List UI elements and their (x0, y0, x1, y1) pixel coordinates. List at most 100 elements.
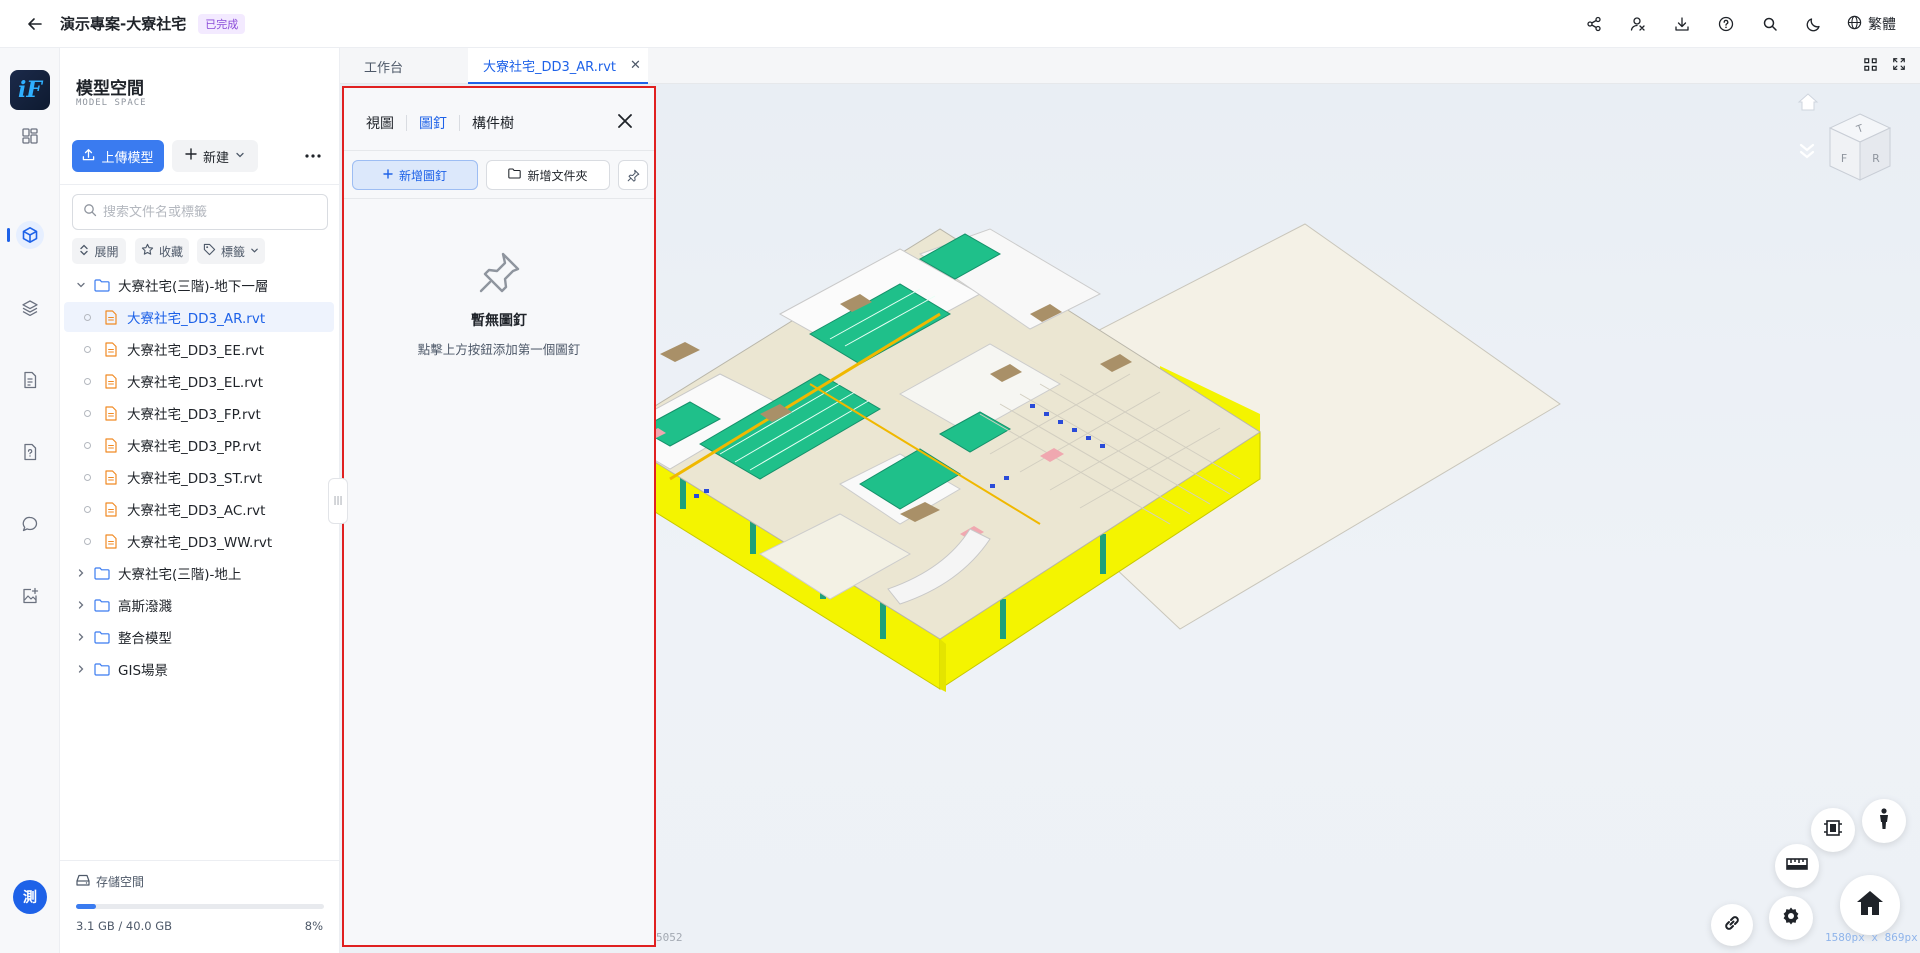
nav-cube[interactable]: T F R (1824, 110, 1896, 184)
divider (60, 184, 339, 185)
help-icon[interactable] (1715, 13, 1737, 35)
tree-file[interactable]: 大寮社宅_DD3_EE.rvt (64, 334, 334, 364)
pin-icon[interactable] (618, 160, 648, 190)
split-view-icon[interactable] (1863, 57, 1878, 76)
tree-file[interactable]: 大寮社宅_DD3_FP.rvt (64, 398, 334, 428)
search-icon (83, 203, 97, 221)
measure-button[interactable] (1775, 844, 1819, 888)
storage-label: 存儲空間 (96, 875, 145, 889)
back-arrow-icon[interactable] (24, 13, 46, 35)
tree-file-selected[interactable]: 大寮社宅_DD3_AR.rvt (64, 302, 334, 332)
tree-file[interactable]: 大寮社宅_DD3_PP.rvt (64, 430, 334, 460)
file-icon (105, 501, 119, 517)
tree-label: 大寮社宅_DD3_WW.rvt (127, 535, 273, 551)
chevron-down-icon (235, 149, 245, 164)
add-pin-button[interactable]: 新增圖釘 (352, 160, 478, 190)
tree-file[interactable]: 大寮社宅_DD3_AC.rvt (64, 494, 334, 524)
tree-folder[interactable]: GIS場景 (64, 654, 334, 684)
top-bar: 演示專案-大寮社宅 已完成 繁體 (0, 0, 1920, 48)
chevron-right-icon[interactable] (74, 662, 88, 676)
tab-pins[interactable]: 圖釘 (419, 113, 459, 133)
search-input[interactable] (103, 204, 313, 220)
image-add-icon[interactable] (16, 582, 44, 610)
storage-section: 存儲空間 3.1 GB / 40.0 GB 8% (60, 860, 339, 953)
chevron-right-icon[interactable] (74, 566, 88, 580)
document-icon[interactable] (16, 366, 44, 394)
tree-label: 大寮社宅(三階)-地上 (118, 567, 242, 583)
tag-filter-button[interactable]: 標籤 (197, 238, 265, 264)
tree-folder[interactable]: 高斯潑濺 (64, 590, 334, 620)
new-button[interactable]: 新建 (172, 140, 258, 172)
tree-folder[interactable]: 大寮社宅(三階)-地下一層 (64, 270, 334, 300)
close-icon[interactable] (612, 108, 638, 134)
double-chevron-down-icon[interactable] (1797, 142, 1819, 162)
top-actions: 繁體 (1583, 0, 1896, 48)
project-title: 演示專案-大寮社宅 (60, 15, 187, 33)
tab-model-file[interactable]: 大寮社宅_DD3_AR.rvt ✕ (468, 48, 648, 84)
home-view-icon[interactable] (1797, 92, 1821, 114)
folder-icon (508, 168, 522, 182)
favorite-button[interactable]: 收藏 (135, 238, 189, 264)
storage-usage: 3.1 GB / 40.0 GB (76, 919, 172, 933)
panel-collapse-handle[interactable]: ||| (328, 478, 348, 524)
chevron-down-icon[interactable] (74, 278, 88, 292)
more-icon[interactable] (298, 140, 328, 172)
file-icon (105, 341, 119, 357)
settings-button[interactable] (1769, 896, 1813, 940)
download-icon[interactable] (1671, 13, 1693, 35)
tab-separator (406, 115, 407, 131)
file-icon (105, 533, 119, 549)
tab-workbench[interactable]: 工作台 (364, 48, 403, 84)
expand-button[interactable]: 展開 (72, 238, 126, 264)
pin-panel-tabs: 視圖 圖釘 構件樹 (366, 108, 526, 138)
file-icon (105, 373, 119, 389)
empty-state-title: 暫無圖釘 (471, 313, 527, 329)
section-box-button[interactable] (1811, 808, 1855, 852)
chevron-down-icon (250, 244, 259, 258)
share-icon[interactable] (1583, 13, 1605, 35)
search-box[interactable] (72, 194, 328, 230)
upload-model-button[interactable]: 上傳模型 (72, 140, 164, 172)
search-icon[interactable] (1759, 13, 1781, 35)
navcube-face-right[interactable]: R (1872, 152, 1880, 165)
plus-icon (383, 168, 393, 182)
chat-icon[interactable] (16, 510, 44, 538)
tab-view[interactable]: 視圖 (366, 113, 406, 133)
link-button[interactable] (1711, 904, 1753, 946)
storage-bar-fill (76, 904, 96, 909)
close-icon[interactable]: ✕ (630, 58, 641, 73)
star-icon (141, 243, 154, 259)
tree-file[interactable]: 大寮社宅_DD3_WW.rvt (64, 526, 334, 556)
tree-label: 大寮社宅_DD3_EL.rvt (127, 375, 264, 391)
file-icon (105, 309, 119, 325)
storage-bar (76, 904, 324, 909)
model-cube-icon[interactable] (16, 221, 44, 249)
chevron-right-icon[interactable] (74, 630, 88, 644)
file-question-icon[interactable] (16, 438, 44, 466)
user-switch-icon[interactable] (1627, 13, 1649, 35)
navcube-face-front[interactable]: F (1841, 152, 1847, 165)
tab-component-tree[interactable]: 構件樹 (472, 113, 526, 133)
chevron-right-icon[interactable] (74, 598, 88, 612)
tree-label: 大寮社宅_DD3_FP.rvt (127, 407, 261, 423)
status-dot (84, 505, 91, 513)
tree-folder[interactable]: 大寮社宅(三階)-地上 (64, 558, 334, 588)
layers-icon[interactable] (16, 294, 44, 322)
tree-label: 大寮社宅_DD3_AR.rvt (127, 311, 266, 327)
home-button[interactable] (1840, 875, 1900, 935)
walk-mode-button[interactable] (1862, 799, 1906, 843)
add-folder-button[interactable]: 新增文件夾 (486, 160, 610, 190)
language-label: 繁體 (1868, 17, 1896, 33)
divider (344, 198, 654, 199)
status-badge: 已完成 (198, 13, 246, 34)
upload-icon (82, 148, 95, 165)
tree-file[interactable]: 大寮社宅_DD3_EL.rvt (64, 366, 334, 396)
new-label: 新建 (202, 150, 229, 166)
tree-file[interactable]: 大寮社宅_DD3_ST.rvt (64, 462, 334, 492)
tree-folder[interactable]: 整合模型 (64, 622, 334, 652)
moon-icon[interactable] (1803, 13, 1825, 35)
dashboard-icon[interactable] (16, 122, 44, 150)
language-switch[interactable]: 繁體 (1847, 14, 1896, 34)
avatar[interactable]: 測 (13, 880, 47, 914)
fullscreen-icon[interactable] (1892, 57, 1906, 75)
